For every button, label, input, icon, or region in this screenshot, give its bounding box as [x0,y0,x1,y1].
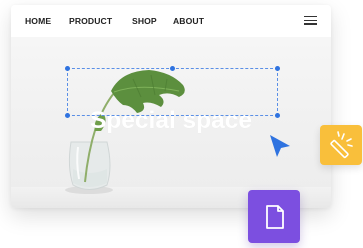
nav-item-about[interactable]: ABOUT [173,16,204,26]
hamburger-menu-icon[interactable] [304,16,317,25]
resize-handle-bottom-left[interactable] [65,113,70,118]
text-selection-box[interactable] [65,66,280,118]
website-preview-card: HOME PRODUCT SHOP ABOUT Special space [11,5,331,208]
resize-handle-bottom-right[interactable] [275,113,280,118]
new-page-button[interactable] [248,190,300,243]
nav-item-home[interactable]: HOME [25,16,51,26]
resize-handle-top[interactable] [170,66,175,71]
top-navigation: HOME PRODUCT SHOP ABOUT [11,5,331,37]
magic-wand-icon [330,131,353,159]
resize-handle-top-left[interactable] [65,66,70,71]
document-icon [266,205,284,229]
nav-item-shop[interactable]: SHOP [132,16,157,26]
hero-section: Special space [11,37,331,208]
nav-item-product[interactable]: PRODUCT [69,16,112,26]
resize-handle-top-right[interactable] [275,66,280,71]
magic-wand-button[interactable] [320,125,362,165]
pointer-cursor-icon [270,135,290,157]
